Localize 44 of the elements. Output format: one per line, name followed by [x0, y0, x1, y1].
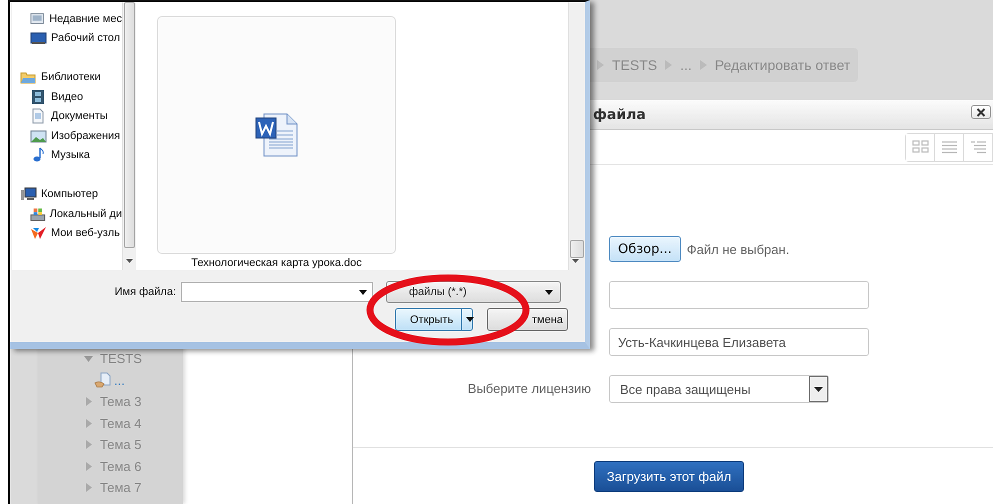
dropdown-arrow-icon[interactable] — [359, 290, 367, 294]
nav-item[interactable]: Музыка — [12, 146, 122, 166]
nav-item[interactable]: Библиотеки — [12, 67, 122, 87]
word-document-icon — [254, 113, 298, 157]
filename-field[interactable] — [181, 282, 373, 302]
dropdown-arrow-icon[interactable] — [545, 290, 553, 294]
filename-label: Имя файла: — [114, 286, 177, 298]
nav-item[interactable]: Видео — [12, 86, 122, 106]
chevron-logo-icon — [30, 225, 47, 242]
modal-title: файла — [593, 106, 646, 122]
close-button[interactable] — [971, 105, 991, 119]
nav-item[interactable]: Документы — [12, 106, 122, 126]
monitor-icon — [30, 30, 47, 46]
separator-icon — [596, 60, 605, 70]
window-icon — [30, 10, 46, 27]
text-field[interactable]: Усть-Качкинцева Елизавета — [609, 328, 869, 356]
file-name[interactable]: Технологическая карта урока.doc — [191, 257, 362, 269]
scrollbar-thumb[interactable] — [570, 240, 584, 258]
nav-item[interactable]: Изображения — [12, 126, 122, 146]
nav-item[interactable]: Недавние мес — [12, 9, 122, 29]
grid-view-button[interactable] — [906, 134, 935, 160]
close-icon — [976, 108, 986, 116]
file-resource-icon — [94, 372, 112, 388]
scrollbar-thumb[interactable] — [124, 2, 135, 248]
open-button[interactable]: Открыть — [395, 308, 473, 331]
computer-icon — [20, 186, 37, 202]
field-label: Выберите лицензию — [468, 381, 591, 396]
picture-icon — [30, 128, 47, 144]
film-icon — [30, 88, 47, 105]
upload-button[interactable]: Загрузить этот файл — [594, 460, 744, 492]
browse-button[interactable]: Обзор... — [609, 236, 681, 262]
nav-item[interactable]: Мои веб-узль — [12, 223, 122, 243]
text-field[interactable] — [609, 281, 869, 309]
scrollbar[interactable] — [568, 2, 585, 270]
file-thumbnail[interactable] — [157, 16, 396, 254]
nav-item[interactable]: Компьютер — [12, 184, 122, 204]
license-select[interactable]: Все права защищены — [609, 375, 829, 403]
nav-item[interactable]: Рабочий стол — [12, 28, 122, 48]
file-status: Файл не выбран. — [686, 242, 790, 256]
nav-item[interactable]: Локальный ди — [12, 204, 122, 224]
scroll-down-icon[interactable] — [126, 259, 133, 263]
scrollbar[interactable] — [122, 2, 136, 270]
caret-icon[interactable] — [466, 317, 474, 322]
drive-icon — [30, 206, 46, 222]
